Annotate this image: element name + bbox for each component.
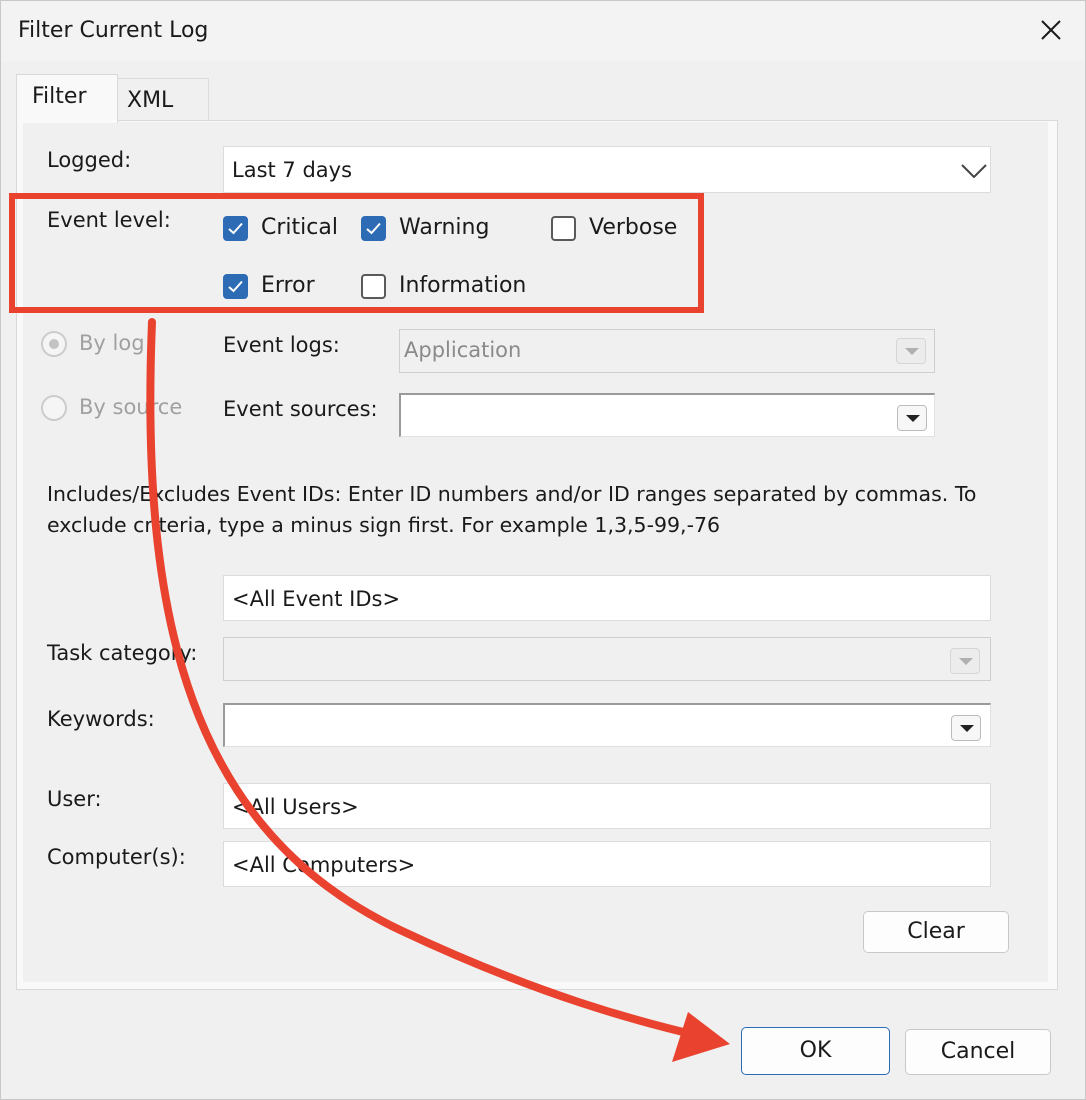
ok-button[interactable]: OK (741, 1027, 890, 1075)
event-logs-dropdown-button[interactable] (896, 338, 926, 364)
checkmark-icon (366, 222, 381, 235)
tab-filter[interactable]: Filter (16, 74, 118, 123)
user-input[interactable]: <All Users> (223, 783, 991, 829)
logged-value: Last 7 days (232, 158, 353, 182)
checkmark-icon (228, 222, 243, 235)
event-ids-help-text: Includes/Excludes Event IDs: Enter ID nu… (47, 482, 977, 537)
task-category-select[interactable] (223, 637, 991, 681)
title-bar: Filter Current Log (1, 1, 1085, 61)
event-logs-label: Event logs: (223, 333, 340, 357)
chevron-down-icon (961, 164, 987, 178)
computers-value: <All Computers> (232, 853, 416, 877)
computers-label: Computer(s): (47, 845, 186, 869)
dialog-title: Filter Current Log (18, 18, 209, 43)
logged-label: Logged: (47, 148, 132, 172)
dropdown-arrow-icon (906, 415, 920, 422)
information-checkbox[interactable] (361, 274, 386, 299)
by-log-radio[interactable] (41, 331, 67, 357)
keywords-label: Keywords: (47, 707, 155, 731)
information-label[interactable]: Information (399, 273, 526, 298)
event-ids-value: <All Event IDs> (232, 587, 401, 611)
clear-button[interactable]: Clear (863, 911, 1009, 953)
tab-xml[interactable]: XML (117, 78, 209, 121)
event-logs-select[interactable]: Application (399, 329, 935, 373)
warning-checkbox[interactable] (361, 216, 386, 241)
event-logs-value: Application (404, 338, 522, 362)
dropdown-arrow-icon (905, 348, 919, 355)
task-category-dropdown-button[interactable] (950, 648, 980, 674)
tab-filter-label: Filter (32, 84, 87, 109)
event-sources-label: Event sources: (223, 397, 378, 421)
event-level-label: Event level: (47, 208, 171, 232)
close-button[interactable] (1025, 5, 1077, 55)
event-sources-select[interactable] (399, 393, 935, 437)
computers-input[interactable]: <All Computers> (223, 841, 991, 887)
event-sources-dropdown-button[interactable] (897, 405, 927, 431)
event-ids-input[interactable]: <All Event IDs> (223, 575, 991, 621)
task-category-label: Task category: (47, 641, 198, 665)
keywords-select[interactable] (223, 703, 991, 747)
by-source-radio[interactable] (41, 395, 67, 421)
dropdown-arrow-icon (959, 658, 973, 665)
error-label[interactable]: Error (261, 273, 315, 298)
cancel-button[interactable]: Cancel (905, 1029, 1051, 1075)
tab-xml-label: XML (127, 88, 174, 113)
critical-label[interactable]: Critical (261, 215, 338, 240)
checkmark-icon (228, 280, 243, 293)
by-source-label: By source (79, 395, 183, 419)
close-icon (1041, 20, 1061, 40)
user-label: User: (47, 787, 102, 811)
critical-checkbox[interactable] (223, 216, 248, 241)
verbose-checkbox[interactable] (551, 216, 576, 241)
filter-dialog: Filter Current Log Filter XML Logged: La… (0, 0, 1086, 1100)
verbose-label[interactable]: Verbose (589, 215, 677, 240)
logged-select[interactable]: Last 7 days (223, 146, 991, 193)
keywords-dropdown-button[interactable] (951, 715, 981, 741)
warning-label[interactable]: Warning (399, 215, 489, 240)
user-value: <All Users> (232, 795, 359, 819)
by-log-label: By log (79, 331, 145, 355)
dropdown-arrow-icon (960, 725, 974, 732)
error-checkbox[interactable] (223, 274, 248, 299)
